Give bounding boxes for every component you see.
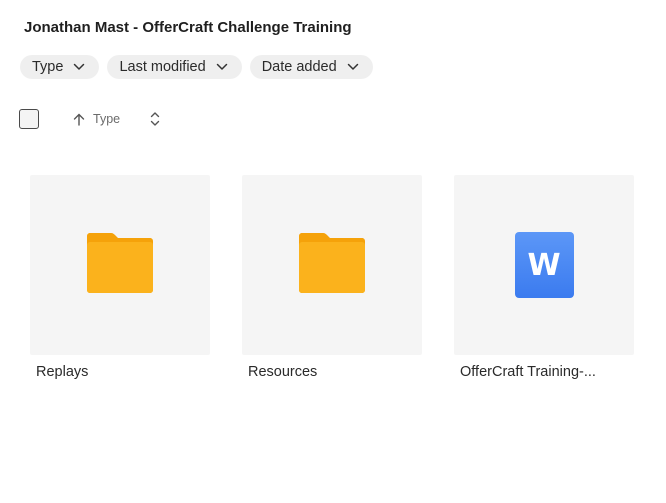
file-name: Resources: [248, 364, 318, 380]
sort-bar: Type: [19, 108, 160, 130]
sort-toggle-icon[interactable]: [150, 111, 160, 127]
chevron-down-icon: [347, 63, 359, 71]
filter-last-modified[interactable]: Last modified: [107, 55, 242, 79]
file-card-replays[interactable]: Replays: [30, 175, 210, 380]
word-doc-letter: W: [527, 247, 561, 283]
filter-type[interactable]: Type: [20, 55, 100, 79]
chevron-down-icon: [216, 63, 228, 71]
file-thumbnail[interactable]: [30, 175, 210, 355]
file-grid: Replays Resources W OfferCraft Training-…: [30, 175, 634, 380]
file-name: Replays: [36, 364, 89, 380]
filter-date-added-label: Date added: [261, 59, 337, 75]
folder-icon: [87, 232, 153, 298]
arrow-up-icon[interactable]: [73, 113, 85, 126]
page-title: Jonathan Mast - OfferCraft Challenge Tra…: [24, 19, 352, 36]
file-card-resources[interactable]: Resources: [242, 175, 422, 380]
folder-icon: [299, 232, 365, 298]
file-card-offercraft-training[interactable]: W OfferCraft Training-...: [454, 175, 634, 380]
filter-date-added[interactable]: Date added: [249, 55, 373, 79]
filter-type-label: Type: [32, 59, 64, 75]
sort-label[interactable]: Type: [93, 112, 120, 126]
filter-last-modified-label: Last modified: [119, 59, 206, 75]
chevron-down-icon: [73, 63, 85, 71]
filter-bar: Type Last modified Date added: [20, 55, 373, 79]
file-thumbnail[interactable]: W: [454, 175, 634, 355]
word-doc-icon: W: [514, 232, 574, 298]
file-name: OfferCraft Training-...: [460, 364, 596, 380]
file-thumbnail[interactable]: [242, 175, 422, 355]
select-all-checkbox[interactable]: [19, 109, 39, 129]
